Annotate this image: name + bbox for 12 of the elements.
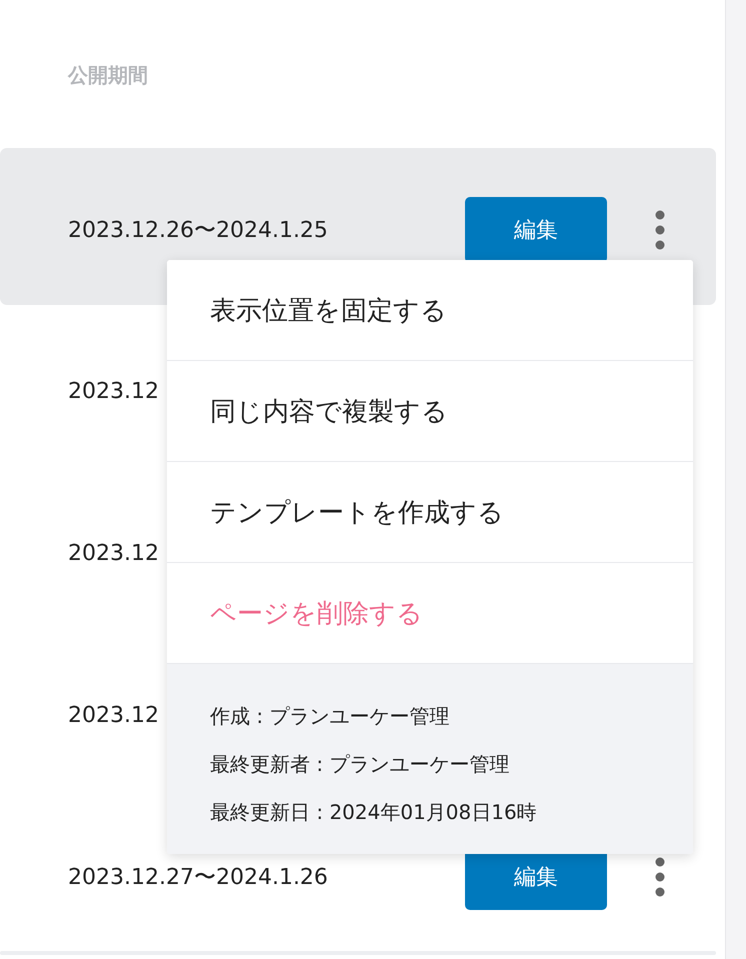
date-range-text: 2023.12.27〜2024.1.26 [68,864,328,892]
menu-item[interactable]: 同じ内容で複製する [167,361,693,462]
more-options-icon[interactable] [655,210,665,250]
more-options-icon[interactable] [655,857,665,897]
info-text: 最終更新日 : 2024年01月08日16時 [210,799,538,826]
menu-item[interactable]: テンプレートを作成する [167,462,693,563]
menu-item[interactable]: 表示位置を固定する [167,260,693,361]
date-range-text: 2023.12.26〜2024.1.25 [68,216,328,244]
edit-button[interactable]: 編集 [465,196,607,262]
info-text: 作成 : プランユーケー管理 [210,703,450,730]
column-header: 公開期間 [66,62,149,89]
info-text: 最終更新者 : プランユーケー管理 [210,751,510,778]
